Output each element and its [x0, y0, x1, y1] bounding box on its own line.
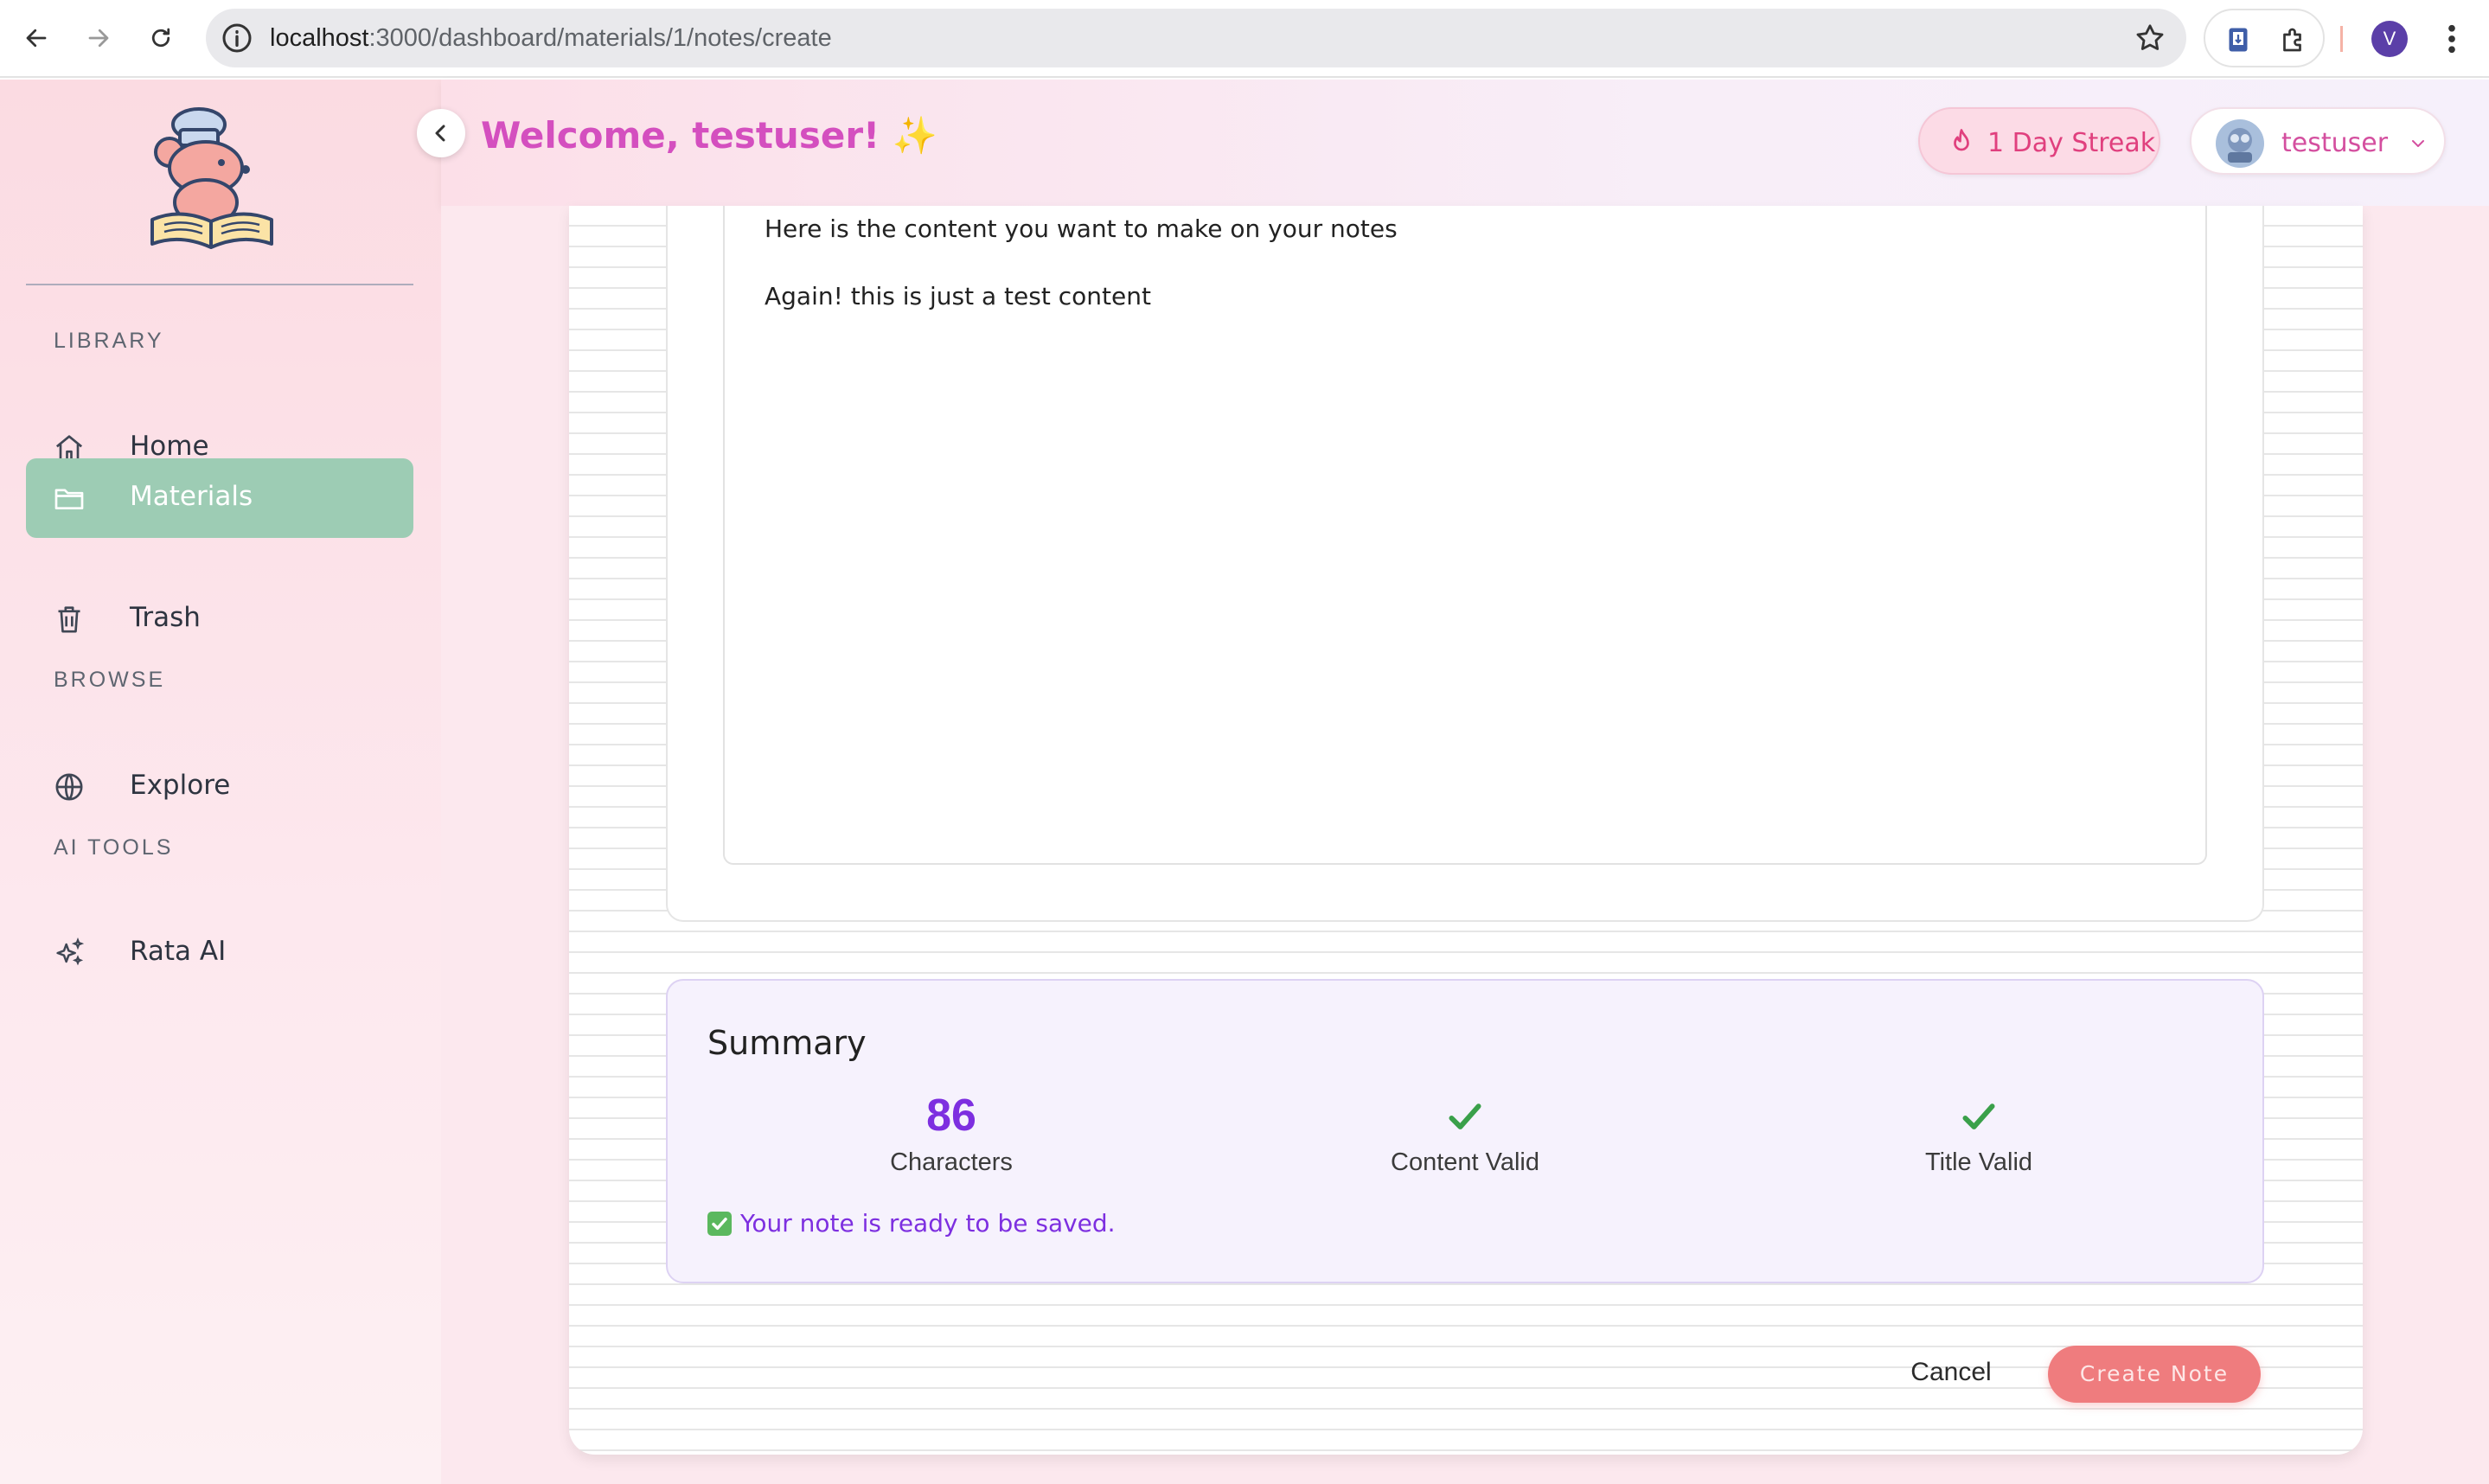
extensions-puzzle-icon[interactable] — [2278, 24, 2309, 55]
profile-avatar[interactable]: V — [2371, 21, 2408, 57]
title-valid-label: Title Valid — [1924, 1148, 2033, 1176]
site-info-icon[interactable] — [220, 21, 254, 55]
editor-line[interactable]: Here is the content you want to make on … — [765, 214, 1398, 243]
section-label-library: LIBRARY — [54, 329, 164, 353]
sidebar-item-label: Home — [130, 431, 209, 462]
streak-text: 1 Day Streak — [1987, 128, 2156, 158]
sidebar-item-explore[interactable]: Explore — [26, 747, 413, 827]
content-valid-label: Content Valid — [1391, 1148, 1539, 1176]
user-menu-button[interactable]: testuser — [2190, 107, 2446, 175]
bookmark-star-icon[interactable] — [2133, 21, 2167, 55]
welcome-heading: Welcome, testuser! ✨ — [481, 114, 938, 157]
sidebar-item-label: Trash — [130, 602, 201, 633]
back-icon[interactable] — [17, 19, 55, 57]
streak-badge[interactable]: 1 Day Streak — [1918, 107, 2160, 175]
section-label-ai-tools: AI TOOLS — [54, 835, 174, 860]
characters-count: 86 — [926, 1091, 976, 1141]
sidebar-item-label: Materials — [130, 481, 253, 512]
url-path: :3000/dashboard/materials/1/notes/create — [368, 24, 832, 52]
ready-status: Your note is ready to be saved. — [707, 1209, 1116, 1238]
ready-message: Your note is ready to be saved. — [740, 1209, 1116, 1238]
characters-label: Characters — [890, 1148, 1013, 1176]
flame-icon — [1946, 126, 1977, 157]
trash-icon — [52, 602, 86, 636]
title-valid-check-icon — [1960, 1098, 1998, 1136]
reload-icon[interactable] — [142, 19, 180, 57]
summary-title: Summary — [707, 1024, 867, 1062]
browser-toolbar: localhost:3000/dashboard/materials/1/not… — [0, 0, 2489, 78]
chevron-down-icon — [2408, 133, 2428, 154]
editor-line[interactable]: Again! this is just a test content — [765, 282, 1151, 310]
checkbox-checked-icon — [707, 1211, 732, 1236]
extension-book-icon[interactable] — [2223, 24, 2254, 55]
sidebar-item-materials[interactable]: Materials — [26, 458, 413, 538]
toolbar-separator — [2340, 26, 2343, 52]
sparkles-icon — [52, 936, 86, 970]
more-options-icon[interactable] — [2439, 21, 2465, 57]
sidebar-item-trash[interactable]: Trash — [26, 579, 413, 659]
forward-icon[interactable] — [80, 19, 118, 57]
collapse-sidebar-button[interactable] — [417, 109, 465, 157]
content-valid-check-icon — [1446, 1098, 1484, 1136]
sidebar: LIBRARY Home Materials Trash BROWSE Expl… — [0, 80, 441, 1484]
sidebar-item-label: Rata AI — [130, 936, 227, 967]
cancel-button[interactable]: Cancel — [1891, 1351, 2012, 1394]
avatar — [2216, 119, 2264, 168]
url-text: localhost:3000/dashboard/materials/1/not… — [270, 24, 832, 53]
url-host: localhost — [270, 24, 369, 52]
address-bar[interactable]: localhost:3000/dashboard/materials/1/not… — [206, 9, 2186, 67]
folder-icon — [52, 481, 86, 515]
globe-icon — [52, 770, 86, 804]
sidebar-item-label: Explore — [130, 770, 231, 801]
sidebar-divider — [26, 284, 413, 285]
app-logo[interactable] — [145, 106, 284, 253]
chevron-left-icon — [435, 125, 445, 142]
extensions-group — [2204, 9, 2325, 67]
sidebar-item-rata-ai[interactable]: Rata AI — [26, 913, 413, 993]
create-note-button[interactable]: Create Note — [2048, 1346, 2261, 1403]
section-label-browse: BROWSE — [54, 668, 166, 692]
username-label: testuser — [2281, 128, 2389, 158]
